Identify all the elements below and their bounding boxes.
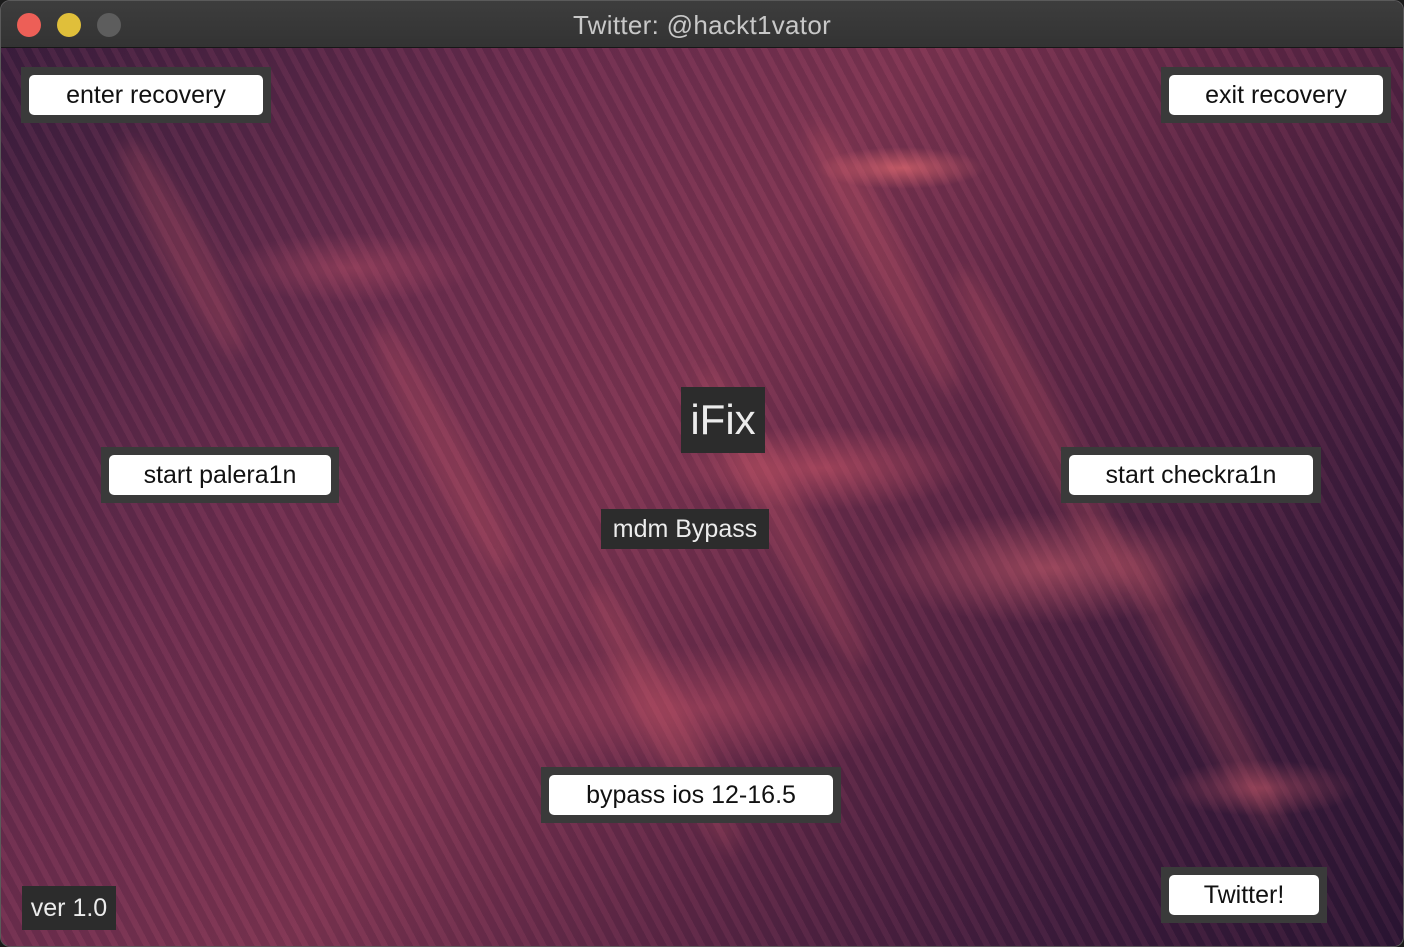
bypass-ios-frame: bypass ios 12-16.5 — [541, 767, 841, 823]
start-palera1n-frame: start palera1n — [101, 447, 339, 503]
enter-recovery-button[interactable]: enter recovery — [29, 75, 263, 115]
app-window: Twitter: @hackt1vator enter recovery exi… — [0, 0, 1404, 947]
background-streak — [107, 131, 259, 365]
app-name-label: iFix — [681, 387, 765, 453]
exit-recovery-frame: exit recovery — [1161, 67, 1391, 123]
background-image: enter recovery exit recovery iFix start … — [1, 48, 1403, 946]
start-palera1n-button[interactable]: start palera1n — [109, 455, 331, 495]
background-streak — [939, 258, 1147, 598]
background-streak — [357, 314, 529, 582]
exit-recovery-button[interactable]: exit recovery — [1169, 75, 1383, 115]
twitter-frame: Twitter! — [1161, 867, 1327, 923]
version-label: ver 1.0 — [22, 886, 116, 930]
bypass-ios-button[interactable]: bypass ios 12-16.5 — [549, 775, 833, 815]
window-title: Twitter: @hackt1vator — [572, 10, 832, 40]
start-checkra1n-frame: start checkra1n — [1061, 447, 1321, 503]
enter-recovery-frame: enter recovery — [21, 67, 271, 123]
background-streak — [1108, 536, 1298, 840]
background-streak — [793, 115, 973, 401]
mdm-bypass-label: mdm Bypass — [601, 509, 769, 549]
start-checkra1n-button[interactable]: start checkra1n — [1069, 455, 1313, 495]
twitter-button[interactable]: Twitter! — [1169, 875, 1319, 915]
title-bar[interactable]: Twitter: @hackt1vator — [1, 1, 1403, 48]
